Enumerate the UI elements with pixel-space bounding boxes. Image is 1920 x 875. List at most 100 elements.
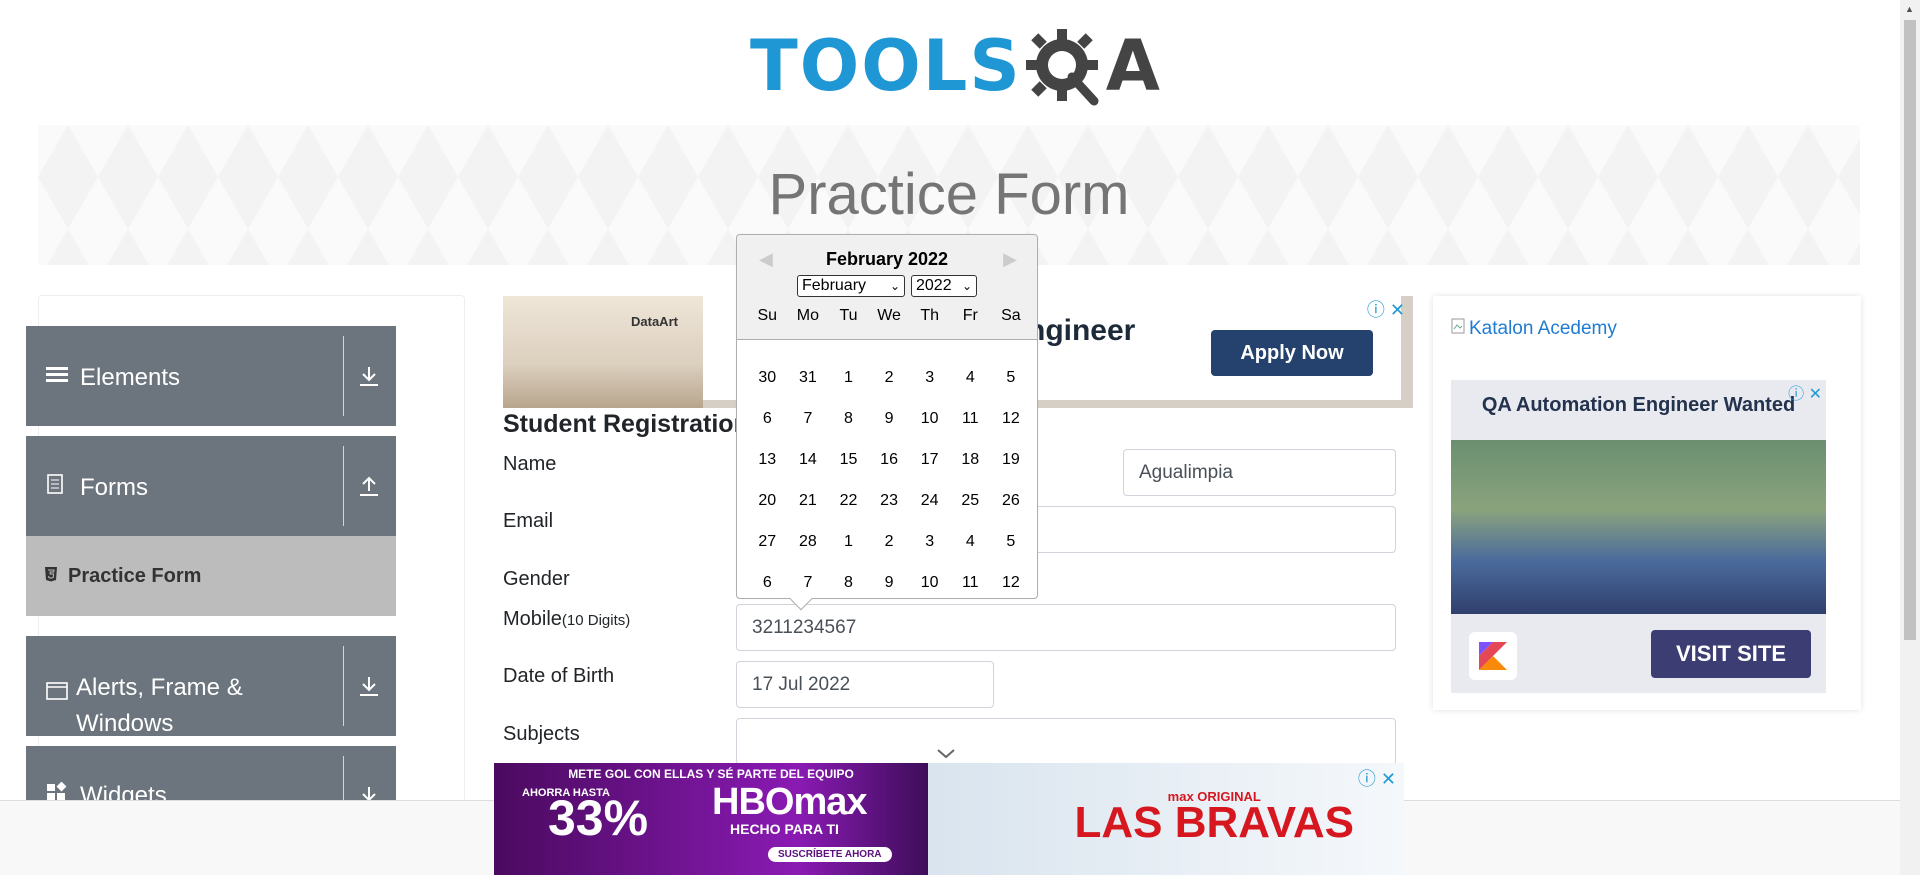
day-cell[interactable]: 4 <box>950 533 991 551</box>
visit-site-button[interactable]: VISIT SITE <box>1651 630 1811 678</box>
ad-info-close-icon[interactable]: ⓘ ✕ <box>1788 380 1822 404</box>
day-cell[interactable]: 31 <box>788 369 829 387</box>
day-cell[interactable]: 27 <box>747 533 788 551</box>
day-cell[interactable]: 11 <box>950 574 991 592</box>
day-cell[interactable]: 1 <box>828 369 869 387</box>
day-cell[interactable]: 9 <box>869 410 910 428</box>
day-cell[interactable]: 13 <box>747 451 788 469</box>
mobile-hint: (10 Digits) <box>561 612 631 629</box>
sidebar-group-label: Alerts, Frame & Windows <box>76 674 243 737</box>
day-cell[interactable]: 24 <box>909 492 950 510</box>
apply-now-button[interactable]: Apply Now <box>1211 330 1373 376</box>
weekday-label: Mo <box>796 307 819 324</box>
day-cell[interactable]: 3 <box>909 369 950 387</box>
hbomax-ad[interactable]: METE GOL CON ELLAS Y SÉ PARTE DEL EQUIPO… <box>494 763 1404 875</box>
sidebar-item-practice-form[interactable]: Practice Form <box>26 536 396 616</box>
day-cell[interactable]: 30 <box>747 369 788 387</box>
day-cell[interactable]: 12 <box>991 410 1032 428</box>
day-cell[interactable]: 5 <box>991 533 1032 551</box>
day-cell[interactable]: 18 <box>950 451 991 469</box>
day-cell[interactable]: 10 <box>909 574 950 592</box>
divider <box>343 336 344 416</box>
day-cell[interactable]: 2 <box>869 369 910 387</box>
last-name-input[interactable]: Agualimpia <box>1123 449 1396 496</box>
day-cell[interactable]: 15 <box>828 451 869 469</box>
page-scrollbar[interactable]: ▲ <box>1900 0 1920 875</box>
day-cell[interactable]: 5 <box>991 369 1032 387</box>
subjects-label: Subjects <box>503 723 580 745</box>
logo-qa-text: A <box>1105 25 1160 107</box>
day-cell[interactable]: 22 <box>828 492 869 510</box>
day-cell[interactable]: 20 <box>747 492 788 510</box>
name-label: Name <box>503 453 557 475</box>
scroll-thumb[interactable] <box>1904 20 1916 640</box>
ad-close-icon[interactable]: ⓘ ✕ <box>1367 296 1405 322</box>
day-cell[interactable]: 6 <box>747 410 788 428</box>
sidebar-group-label: Forms <box>80 474 148 501</box>
email-label: Email <box>503 510 554 532</box>
next-month-icon[interactable]: ▶ <box>1003 249 1017 270</box>
day-cell[interactable]: 28 <box>788 533 829 551</box>
mobile-input[interactable]: 3211234567 <box>736 604 1396 651</box>
gender-label: Gender <box>503 568 570 590</box>
day-cell[interactable]: 16 <box>869 451 910 469</box>
day-cell[interactable]: 7 <box>788 410 829 428</box>
month-select[interactable]: February ⌄ <box>797 275 905 297</box>
day-cell[interactable]: 23 <box>869 492 910 510</box>
kotlin-logo-icon <box>1469 632 1517 680</box>
ad-headline: ngineer <box>1027 314 1136 347</box>
day-cell[interactable]: 4 <box>950 369 991 387</box>
day-cell[interactable]: 6 <box>747 574 788 592</box>
weekday-label: Tu <box>839 307 858 324</box>
page-title: Practice Form <box>768 162 1130 227</box>
broken-image-icon <box>1451 318 1465 340</box>
day-cell[interactable]: 8 <box>828 410 869 428</box>
datepicker-grid: 30 31 1 2 3 4 5 6 7 8 9 10 11 12 13 14 1… <box>747 357 1031 603</box>
hbo-subscribe-button[interactable]: SUSCRÍBETE AHORA <box>768 847 892 862</box>
year-select[interactable]: 2022 ⌄ <box>911 275 977 297</box>
sidebar-group-alerts[interactable]: Alerts, Frame & Windows <box>26 636 396 737</box>
logo-text: TOOLS <box>750 25 1022 107</box>
document-icon <box>46 474 72 500</box>
day-cell[interactable]: 26 <box>991 492 1032 510</box>
dob-input[interactable]: 17 Jul 2022 <box>736 661 994 708</box>
week-row: 6 7 8 9 10 11 12 <box>747 398 1031 439</box>
day-cell[interactable]: 1 <box>828 533 869 551</box>
day-cell[interactable]: 11 <box>950 410 991 428</box>
day-cell[interactable]: 25 <box>950 492 991 510</box>
toolsqa-logo[interactable]: TOOLS A <box>750 18 1160 114</box>
day-cell[interactable]: 2 <box>869 533 910 551</box>
scroll-up-icon[interactable]: ▲ <box>1905 4 1914 14</box>
gear-icon <box>1024 25 1106 107</box>
sidebar-group-elements[interactable]: Elements <box>26 326 396 426</box>
html5-icon <box>44 565 58 588</box>
day-cell[interactable]: 14 <box>788 451 829 469</box>
sidebar-group-forms[interactable]: Forms <box>26 436 396 536</box>
subjects-input[interactable] <box>736 718 1396 765</box>
day-cell[interactable]: 8 <box>828 574 869 592</box>
day-cell[interactable]: 7 <box>788 574 829 592</box>
day-cell[interactable]: 3 <box>909 533 950 551</box>
sidebar-item-label: Practice Form <box>68 564 202 587</box>
katalon-ad-link[interactable]: Katalon Acedemy <box>1451 318 1617 340</box>
download-icon[interactable] <box>356 636 382 736</box>
hbo-tagline: METE GOL CON ELLAS Y SÉ PARTE DEL EQUIPO <box>568 767 854 781</box>
chevron-down-icon: ⌄ <box>961 279 972 293</box>
ad-info-close-icon[interactable]: ⓘ ✕ <box>1358 765 1396 791</box>
day-cell[interactable]: 19 <box>991 451 1032 469</box>
day-cell[interactable]: 10 <box>909 410 950 428</box>
day-cell[interactable]: 9 <box>869 574 910 592</box>
download-icon[interactable] <box>356 326 382 426</box>
chevron-down-icon <box>937 743 955 765</box>
upload-icon[interactable] <box>356 436 382 536</box>
week-row: 30 31 1 2 3 4 5 <box>747 357 1031 398</box>
day-cell[interactable]: 21 <box>788 492 829 510</box>
day-cell[interactable]: 17 <box>909 451 950 469</box>
week-row: 20 21 22 23 24 25 26 <box>747 480 1031 521</box>
day-cell[interactable]: 12 <box>991 574 1032 592</box>
chevron-down-icon: ⌄ <box>889 279 900 293</box>
datepicker-month-year: February 2022 <box>825 249 949 269</box>
week-row: 27 28 1 2 3 4 5 <box>747 521 1031 562</box>
qa-automation-ad[interactable]: QA Automation Engineer Wanted ⓘ ✕ VISIT … <box>1451 380 1826 693</box>
page: TOOLS A Practice Form Elements Forms Pra… <box>0 0 1920 875</box>
